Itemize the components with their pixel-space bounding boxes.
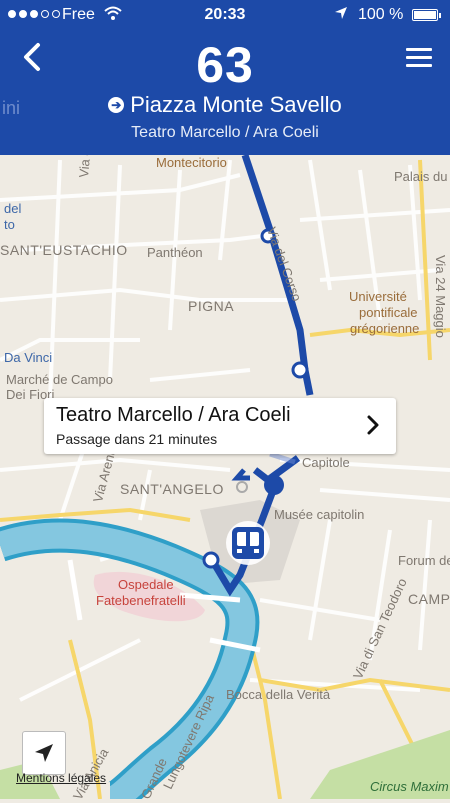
map-label-via-24-maggio: Via 24 Maggio	[433, 255, 448, 338]
map-label-del: del	[4, 201, 22, 216]
map-label-circus: Circus Maxim	[370, 779, 449, 794]
stop-callout[interactable]: Teatro Marcello / Ara Coeli Passage dans…	[44, 398, 396, 454]
map-label-campi: CAMPI	[408, 591, 450, 607]
battery-icon	[412, 9, 441, 21]
map-label-to: to	[4, 217, 15, 232]
map-label-universite: Université	[349, 289, 407, 304]
map-label-pontificale: pontificale	[359, 305, 418, 320]
route-number: 63	[196, 37, 254, 93]
locate-me-button[interactable]	[22, 731, 66, 775]
map-view[interactable]: Montecitorio Palais du Via della del to …	[0, 128, 450, 803]
next-stop-label: Teatro Marcello / Ara Coeli	[131, 124, 319, 141]
map-label-montecitorio: Montecitorio	[156, 155, 227, 170]
legal-mentions-link[interactable]: Mentions légales	[16, 771, 106, 785]
map-label-musee: Musée capitolin	[274, 507, 365, 522]
map-label-palais: Palais du	[394, 169, 448, 184]
battery-percentage: 100 %	[358, 6, 404, 23]
map-label-forum: Forum des	[398, 553, 450, 568]
map-label-gregorienne: grégorienne	[350, 321, 420, 336]
map-label-da-vinci: Da Vinci	[4, 350, 53, 365]
map-label-capitole: Capitole	[302, 455, 350, 470]
arrow-right-circle-icon: ➔	[108, 97, 125, 113]
map-label-ospedale: Ospedale	[118, 577, 174, 592]
callout-arrival-time: Passage dans 21 minutes	[56, 431, 218, 447]
map-label-santeustachio: SANT'EUSTACHIO	[0, 242, 128, 258]
status-bar: Free 20:33 100 %	[0, 0, 450, 30]
map-label-pigna: PIGNA	[188, 298, 235, 314]
location-arrow-icon	[35, 744, 53, 762]
location-arrow-icon	[335, 7, 347, 19]
map-label-marche-1: Marché de Campo	[6, 372, 113, 387]
map-label-fatebenefratelli: Fatebenefratelli	[96, 593, 186, 608]
callout-stop-name: Teatro Marcello / Ara Coeli	[56, 404, 291, 426]
map-label-bocca: Bocca della Verità	[226, 687, 331, 702]
chevron-right-icon[interactable]	[366, 414, 380, 436]
destination: ➔ Piazza Monte Savello	[0, 92, 450, 118]
header-bar: Free 20:33 100 % ini 63 ➔ Piazza Monte Sa…	[0, 0, 450, 155]
destination-label: Piazza Monte Savello	[130, 92, 342, 117]
map-label-sant-angelo: SANT'ANGELO	[120, 481, 224, 497]
map-label-pantheon: Panthéon	[147, 245, 203, 260]
